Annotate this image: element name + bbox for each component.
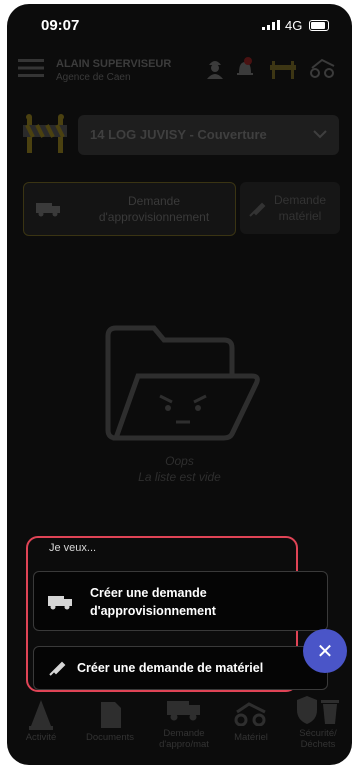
construction-barrier-icon xyxy=(23,114,67,153)
tab-supply-request-label: Demande d'approvisionnement xyxy=(98,194,210,224)
create-supply-request-button[interactable]: Créer une demande d'approvisionnement xyxy=(33,571,328,631)
close-icon: ✕ xyxy=(316,641,334,663)
truck-icon xyxy=(167,701,200,721)
create-equipment-request-label: Créer une demande de matériel xyxy=(77,661,264,675)
action-menu-heading: Je veux... xyxy=(49,542,97,554)
excavator-icon[interactable] xyxy=(308,58,338,78)
shovel-icon xyxy=(49,661,66,676)
notification-bell-icon[interactable] xyxy=(235,56,255,80)
truck-icon xyxy=(48,596,72,610)
shield-trash-icon xyxy=(297,696,339,724)
site-selector-value: 14 LOG JUVISY - Couverture xyxy=(90,127,267,142)
nav-item-requests[interactable]: Demande d'appro/mat xyxy=(151,692,217,765)
battery-icon xyxy=(309,20,329,31)
nav-item-requests-label: Demande d'appro/mat xyxy=(159,728,209,750)
bottom-navigation: Activité Documents Demande d'appro/mat Ma… xyxy=(7,692,352,765)
nav-item-activity[interactable]: Activité xyxy=(15,692,67,765)
site-selector[interactable]: 14 LOG JUVISY - Couverture xyxy=(78,115,339,155)
signal-icon xyxy=(262,20,280,30)
nav-item-documents[interactable]: Documents xyxy=(77,692,143,765)
agency-name: Agence de Caen xyxy=(56,72,131,83)
nav-item-safety[interactable]: Sécurité/Déchets xyxy=(287,692,349,765)
tab-supply-request[interactable]: Demande d'approvisionnement xyxy=(23,182,236,236)
status-time: 09:07 xyxy=(41,17,80,34)
status-bar: 09:07 4G xyxy=(7,4,352,44)
traffic-cone-icon xyxy=(29,700,53,730)
excavator-icon xyxy=(234,702,266,726)
empty-state-message: La liste est vide xyxy=(138,470,221,484)
worker-icon[interactable] xyxy=(206,57,224,79)
menu-icon[interactable] xyxy=(18,58,44,78)
document-icon xyxy=(101,702,121,728)
truck-icon xyxy=(36,203,60,217)
site-barrier-icon[interactable] xyxy=(270,57,296,79)
app-screen: 09:07 4G ALAIN SUPERVISEUR Agence de Cae… xyxy=(7,4,352,765)
tab-equipment-request[interactable]: Demande matériel xyxy=(240,182,340,234)
create-equipment-request-button[interactable]: Créer une demande de matériel xyxy=(33,646,328,690)
tab-equipment-request-label: Demande matériel xyxy=(273,193,327,223)
empty-state-title: Oops xyxy=(165,454,194,468)
close-menu-button[interactable]: ✕ xyxy=(303,629,347,673)
nav-item-safety-label: Sécurité/Déchets xyxy=(299,728,337,750)
empty-folder-icon xyxy=(105,325,260,441)
chevron-down-icon xyxy=(313,130,327,139)
create-supply-request-label: Créer une demande d'approvisionnement xyxy=(90,586,216,618)
network-type: 4G xyxy=(285,18,303,33)
user-name: ALAIN SUPERVISEUR xyxy=(56,58,172,70)
nav-item-equipment[interactable]: Matériel xyxy=(221,692,281,765)
